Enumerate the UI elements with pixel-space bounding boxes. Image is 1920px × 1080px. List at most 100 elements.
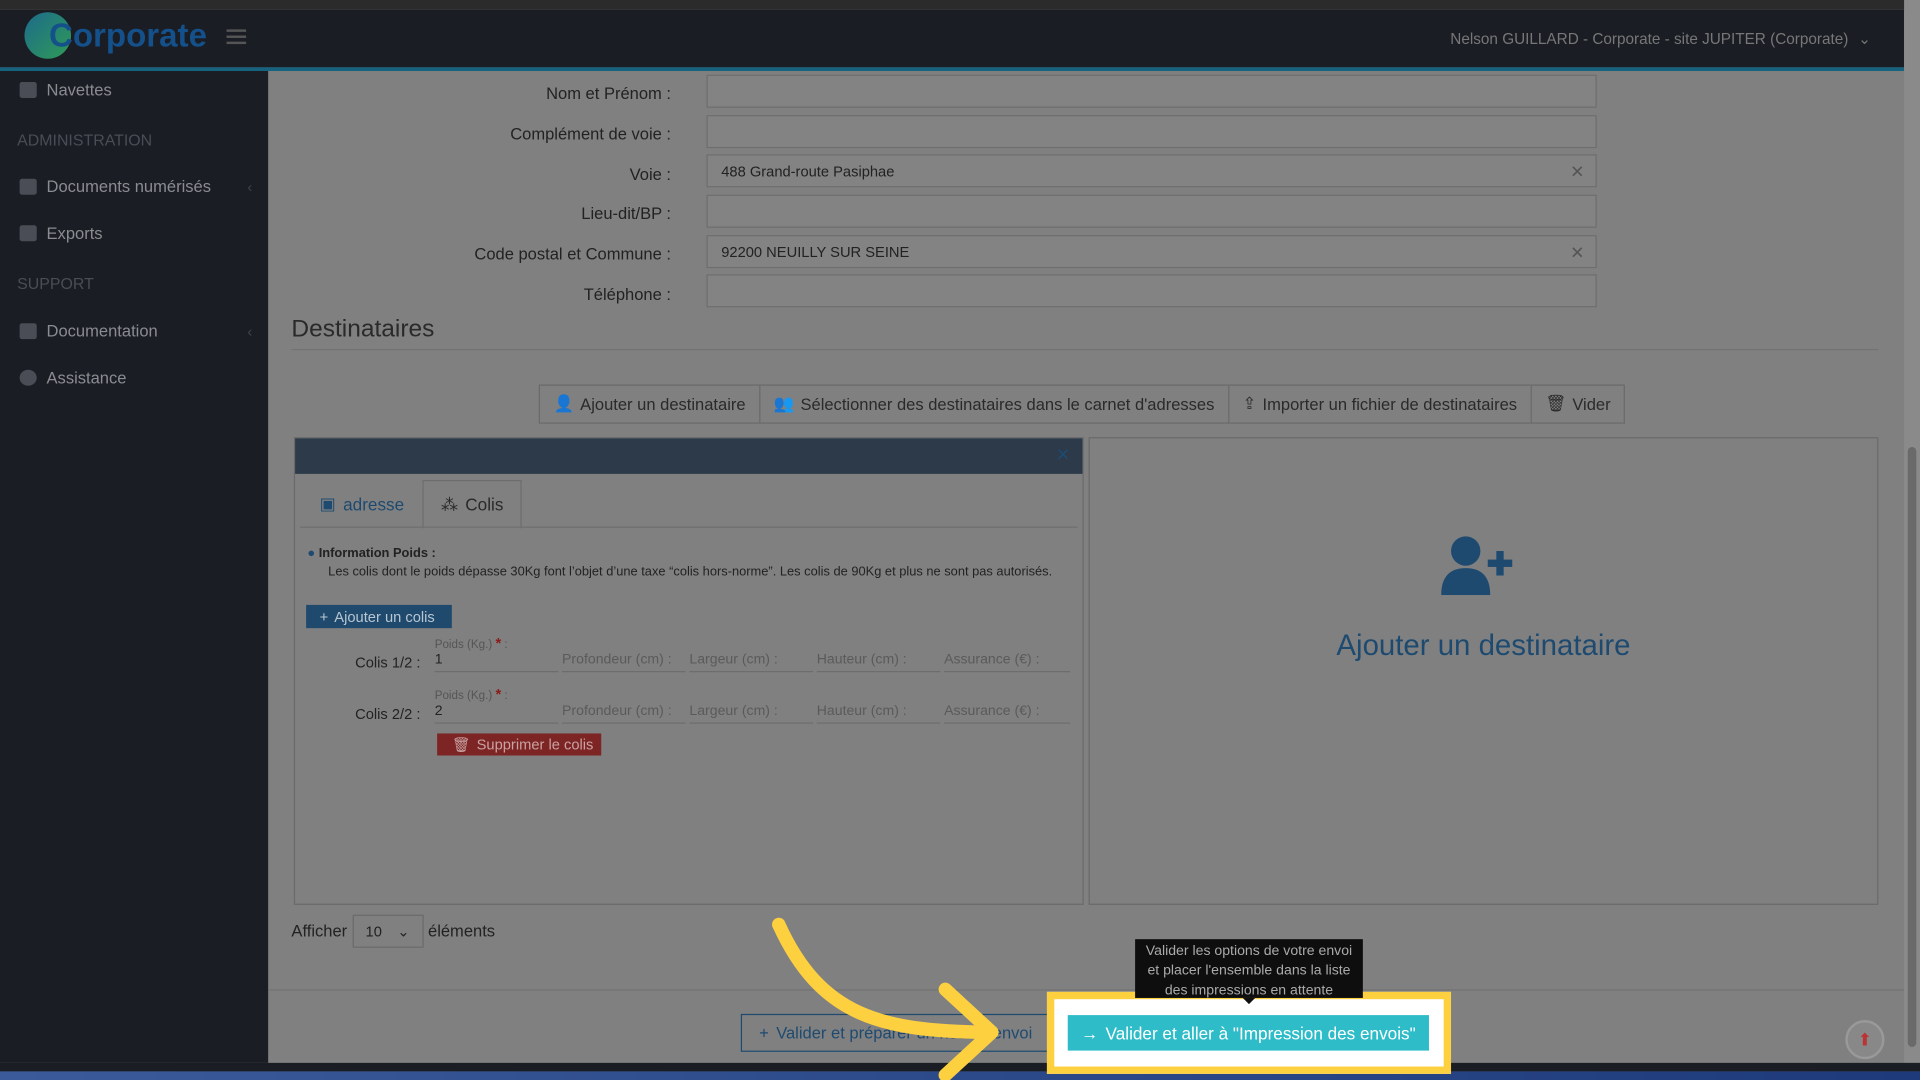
id-card-icon: ▣ <box>319 493 336 514</box>
delete-colis-button[interactable]: 🗑 Supprimer le colis <box>437 733 602 756</box>
clear-icon[interactable]: ✕ <box>1570 242 1584 263</box>
tab-colis[interactable]: ⁂ Colis <box>422 480 522 529</box>
arrow-right-icon: → <box>1081 1023 1099 1043</box>
code-postal-value: 92200 NEUILLY SUR SEINE <box>721 243 910 261</box>
poids-label: Poids (Kg.) * : <box>434 634 508 652</box>
select-value: 10 <box>365 923 382 941</box>
recipient-edit-panel: ✕ ▣ adresse ⁂ Colis ● Information Poids : … <box>293 437 1084 905</box>
colis-row: Colis 1/2 : Poids (Kg.) * : 1 Profondeur… <box>295 634 1079 683</box>
assurance-input[interactable]: Assurance (€) : <box>944 650 1071 673</box>
sidebar-item-label: Navettes <box>46 80 112 100</box>
question-icon <box>19 369 37 386</box>
poids-input[interactable]: 1 <box>434 650 559 673</box>
tooltip: Valider les options de votre envoi et pl… <box>1135 939 1363 998</box>
divider <box>291 348 1879 351</box>
clear-button[interactable]: 🗑 Vider <box>1532 386 1624 423</box>
sidebar-item-label: Exports <box>46 224 103 243</box>
screen: Corporate Nelson GUILLARD - Corporate - … <box>0 0 1920 1080</box>
button-label: Supprimer le colis <box>476 735 594 754</box>
largeur-input[interactable]: Largeur (cm) : <box>689 702 814 724</box>
telephone-input[interactable] <box>706 274 1597 308</box>
select-from-addressbook-button[interactable]: 👥 Sélectionner des destinataires dans le … <box>760 385 1230 423</box>
cubes-icon: ⁂ <box>440 494 458 514</box>
logo-text: Corporate <box>48 16 207 54</box>
book-icon <box>19 323 37 340</box>
poids-input[interactable]: 2 <box>434 702 559 724</box>
button-label: Ajouter un colis <box>334 607 435 626</box>
tab-adresse[interactable]: ▣ adresse <box>302 480 421 528</box>
sidebar-item-documentation[interactable]: Documentation ‹ <box>19 322 253 341</box>
elements-label: éléments <box>427 922 496 941</box>
download-icon <box>19 225 37 242</box>
user-menu[interactable]: Nelson GUILLARD - Corporate - site JUPIT… <box>1450 29 1872 48</box>
page-length-select[interactable]: 10 ⌄ <box>352 914 424 948</box>
chevron-left-icon: ‹ <box>247 178 253 196</box>
qrcode-icon <box>19 178 37 195</box>
lieudit-input[interactable] <box>706 194 1597 228</box>
nom-input[interactable] <box>706 74 1597 108</box>
sidebar: Navettes ADMINISTRATION Documents numéri… <box>0 71 269 1063</box>
annotation-arrow-icon <box>772 917 999 1080</box>
plus-icon: + <box>319 607 329 626</box>
button-label: Importer un fichier de destinataires <box>1262 394 1518 414</box>
add-recipient-label: Ajouter un destinataire <box>1336 629 1631 663</box>
profondeur-input[interactable]: Profondeur (cm) : <box>562 702 686 724</box>
colis-name: Colis 2/2 : <box>355 705 421 723</box>
sidebar-item-exports[interactable]: Exports <box>19 224 253 243</box>
label-code-postal: Code postal et Commune : <box>474 244 672 264</box>
info-icon: ● <box>307 546 316 561</box>
sidebar-item-documents[interactable]: Documents numérisés ‹ <box>19 177 253 196</box>
tab-label: Colis <box>465 494 504 515</box>
tab-label: adresse <box>343 494 405 514</box>
chevron-down-icon: ⌄ <box>397 923 410 941</box>
chevron-down-icon: ⌄ <box>1858 30 1872 48</box>
logo[interactable]: Corporate <box>24 12 207 59</box>
panel-header: ✕ <box>295 438 1083 474</box>
import-file-button[interactable]: ⇪ Importer un fichier de destinataires <box>1229 385 1532 423</box>
user-plus-icon <box>1441 536 1513 596</box>
add-recipient-panel[interactable]: Ajouter un destinataire <box>1088 437 1879 905</box>
button-label: Vider <box>1572 394 1611 414</box>
sidebar-item-assistance[interactable]: Assistance <box>19 368 253 387</box>
assurance-input[interactable]: Assurance (€) : <box>944 702 1071 724</box>
add-colis-button[interactable]: + Ajouter un colis <box>306 604 452 629</box>
user-plus-icon: 👤 <box>553 394 575 413</box>
hauteur-input[interactable]: Hauteur (cm) : <box>816 702 941 724</box>
upload-icon: ⇪ <box>1242 394 1257 413</box>
hauteur-input[interactable]: Hauteur (cm) : <box>816 650 941 673</box>
label-lieudit: Lieu-dit/BP : <box>581 204 672 223</box>
button-label: Sélectionner des destinataires dans le c… <box>800 394 1215 414</box>
label-nom: Nom et Prénom : <box>546 84 672 103</box>
voie-value: 488 Grand-route Pasiphae <box>721 162 895 181</box>
label-telephone: Téléphone : <box>583 285 672 304</box>
voie-input[interactable]: 488 Grand-route Pasiphae ✕ <box>706 154 1597 188</box>
button-label: Ajouter un destinataire <box>580 394 746 414</box>
trash-icon: 🗑 <box>1545 394 1567 413</box>
recipient-toolbar: 👤 Ajouter un destinataire 👥 Sélectionner d… <box>538 384 1626 424</box>
sidebar-item-label: Documentation <box>46 322 158 341</box>
header-accent-line <box>0 67 1905 72</box>
menu-toggle-icon[interactable] <box>226 29 247 45</box>
sidebar-item-navettes[interactable]: Navettes <box>19 80 253 100</box>
sidebar-item-label: Documents numérisés <box>46 177 211 196</box>
helper-widget-icon[interactable]: ⬆ <box>1845 1020 1885 1060</box>
complement-input[interactable] <box>706 115 1597 149</box>
code-postal-input[interactable]: 92200 NEUILLY SUR SEINE ✕ <box>706 235 1597 269</box>
label-voie: Voie : <box>629 165 672 184</box>
chevron-left-icon: ‹ <box>247 322 253 340</box>
scrollbar-thumb[interactable] <box>1907 446 1917 1047</box>
largeur-input[interactable]: Largeur (cm) : <box>689 650 814 673</box>
info-title: Information Poids : <box>318 546 436 561</box>
profondeur-input[interactable]: Profondeur (cm) : <box>562 650 686 673</box>
user-name: Nelson GUILLARD - Corporate - site JUPIT… <box>1450 30 1849 48</box>
section-support: SUPPORT <box>17 274 94 293</box>
sidebar-item-label: Assistance <box>46 368 127 387</box>
clear-icon[interactable]: ✕ <box>1570 162 1584 183</box>
browser-strip <box>0 0 1920 10</box>
add-recipient-button[interactable]: 👤 Ajouter un destinataire <box>540 385 761 423</box>
close-icon[interactable]: ✕ <box>1056 444 1070 465</box>
section-title: Destinataires <box>291 315 435 343</box>
validate-go-print-button[interactable]: → Valider et aller à "Impression des envo… <box>1067 1015 1429 1051</box>
info-text: Les colis dont le poids dépasse 30Kg fon… <box>328 564 1053 580</box>
section-administration: ADMINISTRATION <box>17 131 153 150</box>
